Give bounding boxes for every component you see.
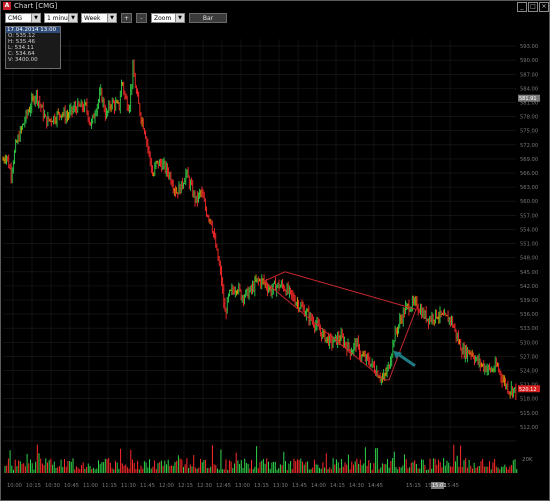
x-tick-label: 11:30	[121, 483, 136, 489]
price-chart[interactable]: 593.00590.00587.00584.00581.00578.00575.…	[1, 25, 549, 500]
zoom-in-button[interactable]: +	[121, 13, 132, 23]
x-tick-label: 14:00	[311, 483, 326, 489]
window-title: Chart [CMG]	[14, 2, 58, 10]
x-tick-label: 12:00	[159, 483, 174, 489]
volume-scale-label: 20K	[522, 457, 533, 463]
x-tick-label: 14:15	[330, 483, 345, 489]
x-tick-label: 10:15	[26, 483, 41, 489]
y-tick-label: 515.00	[520, 411, 538, 417]
zoom-select[interactable]: Zoom ▼	[151, 13, 185, 23]
x-tick-label: 12:45	[216, 483, 231, 489]
chart-background	[1, 25, 549, 500]
chart-toolbar: CMG ▼ 1 minute ▼ Week ▼ + - Zoom ▼ Bar	[1, 12, 549, 25]
x-tick-label: 13:30	[273, 483, 288, 489]
x-tick-label: 14:45	[368, 483, 383, 489]
x-tick-label: 15:15	[406, 483, 421, 489]
x-tick-label: 10:00	[7, 483, 22, 489]
period-select[interactable]: Week ▼	[81, 13, 117, 23]
y-tick-label: 587.00	[520, 72, 538, 78]
y-tick-label: 593.00	[520, 44, 538, 50]
y-tick-label: 566.00	[520, 171, 538, 177]
ohlc-info-box: 17.04.2014 13:00 O: 535.12 H: 535.46 L: …	[5, 26, 61, 69]
maximize-icon[interactable]: □	[528, 2, 538, 12]
chevron-down-icon[interactable]: ▼	[175, 14, 184, 22]
minimize-icon[interactable]: _	[517, 2, 527, 12]
zoom-value: Zoom	[154, 15, 172, 22]
y-tick-label: 527.00	[520, 354, 538, 360]
x-tick-label: 13:00	[235, 483, 250, 489]
symbol-select[interactable]: CMG ▼	[5, 13, 41, 23]
x-tick-label: 11:00	[83, 483, 98, 489]
ohlc-volume: V: 3400.00	[8, 57, 38, 63]
app-logo-icon: A	[3, 2, 11, 10]
y-tick-label: 536.00	[520, 312, 538, 318]
close-icon[interactable]: ×	[539, 2, 549, 12]
interval-select[interactable]: 1 minute ▼	[44, 13, 78, 23]
y-tick-label: 530.00	[520, 340, 538, 346]
x-tick-label: 11:15	[102, 483, 117, 489]
chart-window: A Chart [CMG] _ □ × CMG ▼ 1 minute ▼ Wee…	[0, 0, 550, 501]
y-tick-label: 548.00	[520, 256, 538, 262]
crosshair-time-label: 15:01	[432, 483, 446, 489]
x-tick-label: 10:30	[45, 483, 60, 489]
y-tick-label: 575.00	[520, 129, 538, 135]
x-tick-label: 13:15	[254, 483, 269, 489]
zoom-out-button[interactable]: -	[136, 13, 147, 23]
y-tick-label: 563.00	[520, 185, 538, 191]
y-tick-label: 578.00	[520, 115, 538, 121]
chart-type-button[interactable]: Bar	[189, 13, 227, 23]
x-tick-label: 14:30	[349, 483, 364, 489]
crosshair-price-label: 581.91	[519, 96, 537, 102]
y-tick-label: 524.00	[520, 369, 538, 375]
y-tick-label: 584.00	[520, 86, 538, 92]
y-tick-label: 560.00	[520, 199, 538, 205]
y-tick-label: 512.00	[520, 425, 538, 431]
x-tick-label: 12:30	[197, 483, 212, 489]
y-tick-label: 518.00	[520, 397, 538, 403]
chevron-down-icon[interactable]: ▼	[68, 14, 77, 22]
x-tick-label: 13:45	[292, 483, 307, 489]
y-tick-label: 545.00	[520, 270, 538, 276]
x-tick-label: 10:45	[64, 483, 79, 489]
y-tick-label: 557.00	[520, 213, 538, 219]
y-tick-label: 542.00	[520, 284, 538, 290]
symbol-value: CMG	[8, 15, 23, 22]
y-tick-label: 551.00	[520, 242, 538, 248]
title-bar: A Chart [CMG] _ □ ×	[1, 1, 549, 12]
y-tick-label: 572.00	[520, 143, 538, 149]
chevron-down-icon[interactable]: ▼	[31, 14, 40, 22]
x-tick-label: 11:45	[140, 483, 155, 489]
y-tick-label: 554.00	[520, 227, 538, 233]
y-tick-label: 533.00	[520, 326, 538, 332]
last-price-label: 520.12	[519, 387, 537, 393]
y-tick-label: 569.00	[520, 157, 538, 163]
chevron-down-icon[interactable]: ▼	[107, 14, 116, 22]
y-tick-label: 539.00	[520, 298, 538, 304]
period-value: Week	[84, 15, 101, 22]
x-tick-label: 12:15	[178, 483, 193, 489]
y-tick-label: 590.00	[520, 58, 538, 64]
